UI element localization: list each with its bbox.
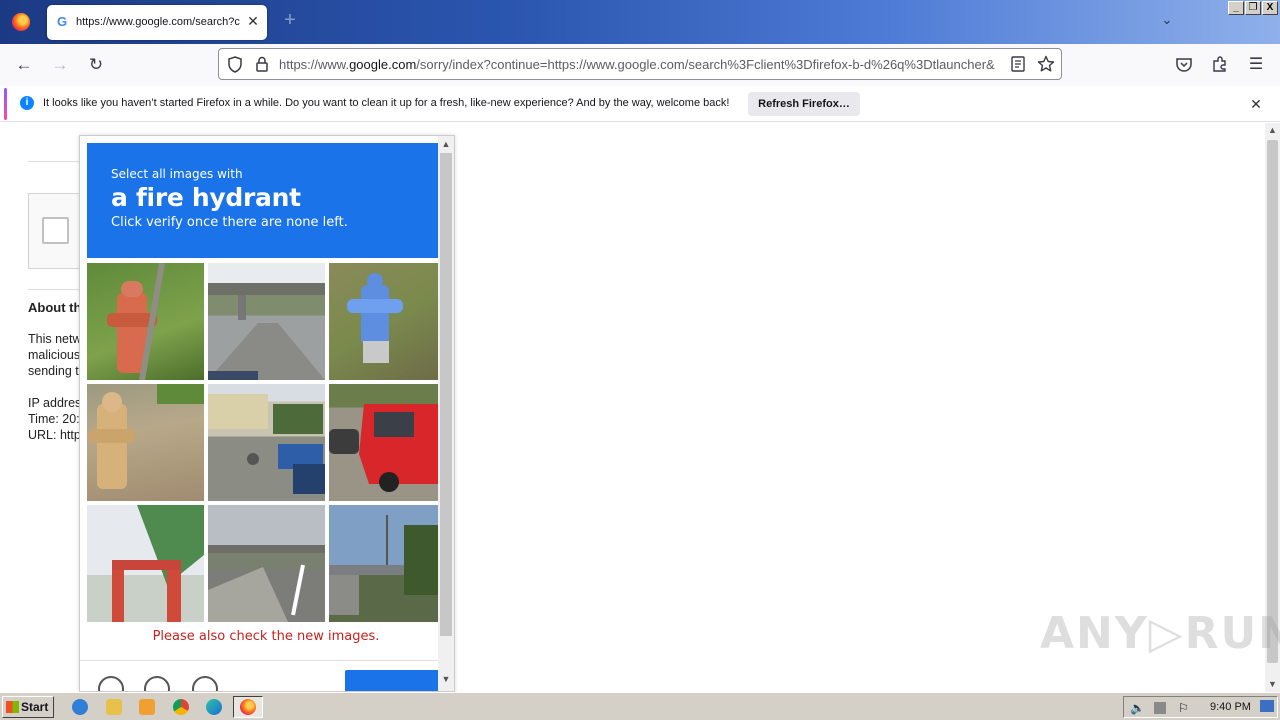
folder-icon[interactable]	[106, 699, 122, 715]
captcha-header: Select all images with a fire hydrant Cl…	[87, 143, 438, 258]
captcha-object: a fire hydrant	[111, 183, 301, 212]
help-icon[interactable]	[192, 676, 218, 691]
bridge-image	[329, 515, 446, 615]
verify-button[interactable]	[345, 670, 440, 691]
about-heading: About th	[28, 300, 80, 315]
reader-view-icon[interactable]	[1011, 56, 1025, 72]
recaptcha-checkbox[interactable]	[42, 217, 69, 244]
scroll-up-icon[interactable]: ▲	[1265, 123, 1280, 138]
reload-challenge-icon[interactable]	[98, 676, 124, 691]
captcha-tile[interactable]	[208, 263, 325, 380]
notification-message: It looks like you haven’t started Firefo…	[43, 97, 730, 109]
overpass-image	[208, 283, 325, 380]
network-icon[interactable]	[1154, 702, 1166, 714]
scroll-thumb[interactable]	[440, 153, 452, 636]
clock[interactable]: 9:40 PM	[1210, 701, 1251, 713]
pocket-icon[interactable]	[1175, 56, 1193, 74]
new-tab-button[interactable]: +	[280, 10, 300, 30]
captcha-image-grid	[87, 263, 446, 623]
page-text-line: This netw	[28, 332, 80, 346]
captcha-tile[interactable]	[87, 505, 204, 622]
navigation-toolbar: ← → ↻ https://www.google.com/sorry/index…	[0, 44, 1280, 86]
captcha-verify-note: Click verify once there are none left.	[111, 215, 348, 230]
captcha-tile[interactable]	[329, 384, 446, 501]
recaptcha-box	[28, 193, 80, 269]
google-g-icon: G	[57, 14, 68, 29]
lock-icon[interactable]	[255, 56, 269, 73]
captcha-tile[interactable]	[87, 263, 204, 380]
windows-flag-icon	[6, 701, 19, 713]
system-tray: 🔈 ⚐ 9:40 PM	[1123, 696, 1278, 718]
internet-explorer-icon[interactable]	[72, 699, 88, 715]
url-text[interactable]: https://www.google.com/sorry/index?conti…	[279, 57, 1005, 72]
captcha-tile[interactable]	[329, 505, 446, 622]
start-label: Start	[21, 700, 49, 714]
extensions-icon[interactable]	[1211, 55, 1229, 73]
scroll-down-icon[interactable]: ▼	[1265, 677, 1280, 692]
captcha-challenge: Select all images with a fire hydrant Cl…	[79, 135, 455, 692]
captcha-footer-divider	[80, 660, 452, 661]
tab-title: https://www.google.com/search?c	[76, 16, 240, 28]
back-arrow-icon[interactable]: ←	[12, 53, 36, 77]
page-text-line: Time: 20:	[28, 412, 80, 426]
edge-icon[interactable]	[206, 699, 222, 715]
minimize-button[interactable]: _	[1228, 1, 1244, 15]
close-icon[interactable]: ✕	[1248, 96, 1264, 112]
tab-close-icon[interactable]: ✕	[245, 13, 261, 29]
scroll-thumb[interactable]	[1267, 140, 1278, 663]
notification-accent	[4, 88, 7, 120]
info-icon: i	[20, 96, 34, 110]
firefox-icon	[240, 699, 256, 715]
volume-icon[interactable]: 🔈	[1130, 701, 1145, 715]
start-button[interactable]: Start	[2, 696, 54, 718]
scroll-up-icon[interactable]: ▲	[438, 136, 454, 152]
shield-icon[interactable]	[227, 56, 243, 73]
captcha-tile[interactable]	[87, 384, 204, 501]
page-text-line: sending t	[28, 364, 79, 378]
street-image	[208, 394, 325, 494]
firefox-task-button[interactable]	[233, 696, 263, 718]
red-van-image	[329, 404, 446, 492]
captcha-scrollbar[interactable]: ▲ ▼	[438, 136, 454, 691]
steel-structure-image	[112, 505, 204, 622]
forward-arrow-icon[interactable]: →	[48, 53, 72, 77]
firefox-logo-icon	[12, 13, 30, 31]
url-bar[interactable]: https://www.google.com/sorry/index?conti…	[218, 48, 1062, 80]
close-window-button[interactable]: X	[1262, 1, 1278, 15]
divider	[28, 289, 80, 290]
refresh-firefox-button[interactable]: Refresh Firefox…	[748, 92, 860, 116]
captcha-instruction: Select all images with	[111, 167, 243, 181]
highway-image	[208, 545, 325, 622]
page-text-line: malicious	[28, 348, 80, 362]
captcha-tile[interactable]	[208, 384, 325, 501]
page-scrollbar[interactable]: ▲ ▼	[1265, 123, 1280, 692]
captcha-tile[interactable]	[208, 505, 325, 622]
browser-tab[interactable]: G https://www.google.com/search?c ✕	[47, 5, 267, 40]
page-text-line: URL: http	[28, 428, 80, 442]
captcha-tile[interactable]	[329, 263, 446, 380]
chrome-icon[interactable]	[173, 699, 189, 715]
fire-hydrant-image	[347, 273, 403, 363]
notification-bar: i It looks like you haven’t started Fire…	[0, 86, 1280, 122]
tab-strip: G https://www.google.com/search?c ✕ + ⌄ …	[0, 0, 1280, 44]
bookmark-star-icon[interactable]	[1037, 55, 1055, 73]
restore-button[interactable]: ❐	[1245, 1, 1261, 15]
show-desktop-icon[interactable]	[1260, 700, 1274, 712]
taskbar: Start 🔈 ⚐ 9:40 PM	[0, 692, 1280, 720]
media-player-icon[interactable]	[139, 699, 155, 715]
fire-hydrant-image	[89, 384, 204, 489]
anyrun-watermark: ANY▷RUN	[1040, 608, 1280, 659]
firefox-menu-button[interactable]	[0, 0, 42, 44]
reload-icon[interactable]: ↻	[84, 53, 108, 77]
fire-hydrant-image	[107, 263, 165, 380]
hamburger-menu-icon[interactable]: ☰	[1244, 53, 1268, 77]
action-center-flag-icon[interactable]: ⚐	[1178, 701, 1192, 715]
scroll-down-icon[interactable]: ▼	[438, 671, 454, 687]
new-images-note: Please also check the new images.	[152, 629, 380, 644]
page-text-line: IP addres	[28, 396, 80, 410]
audio-challenge-icon[interactable]	[144, 676, 170, 691]
list-all-tabs-icon[interactable]: ⌄	[1157, 12, 1177, 32]
divider	[28, 161, 80, 162]
